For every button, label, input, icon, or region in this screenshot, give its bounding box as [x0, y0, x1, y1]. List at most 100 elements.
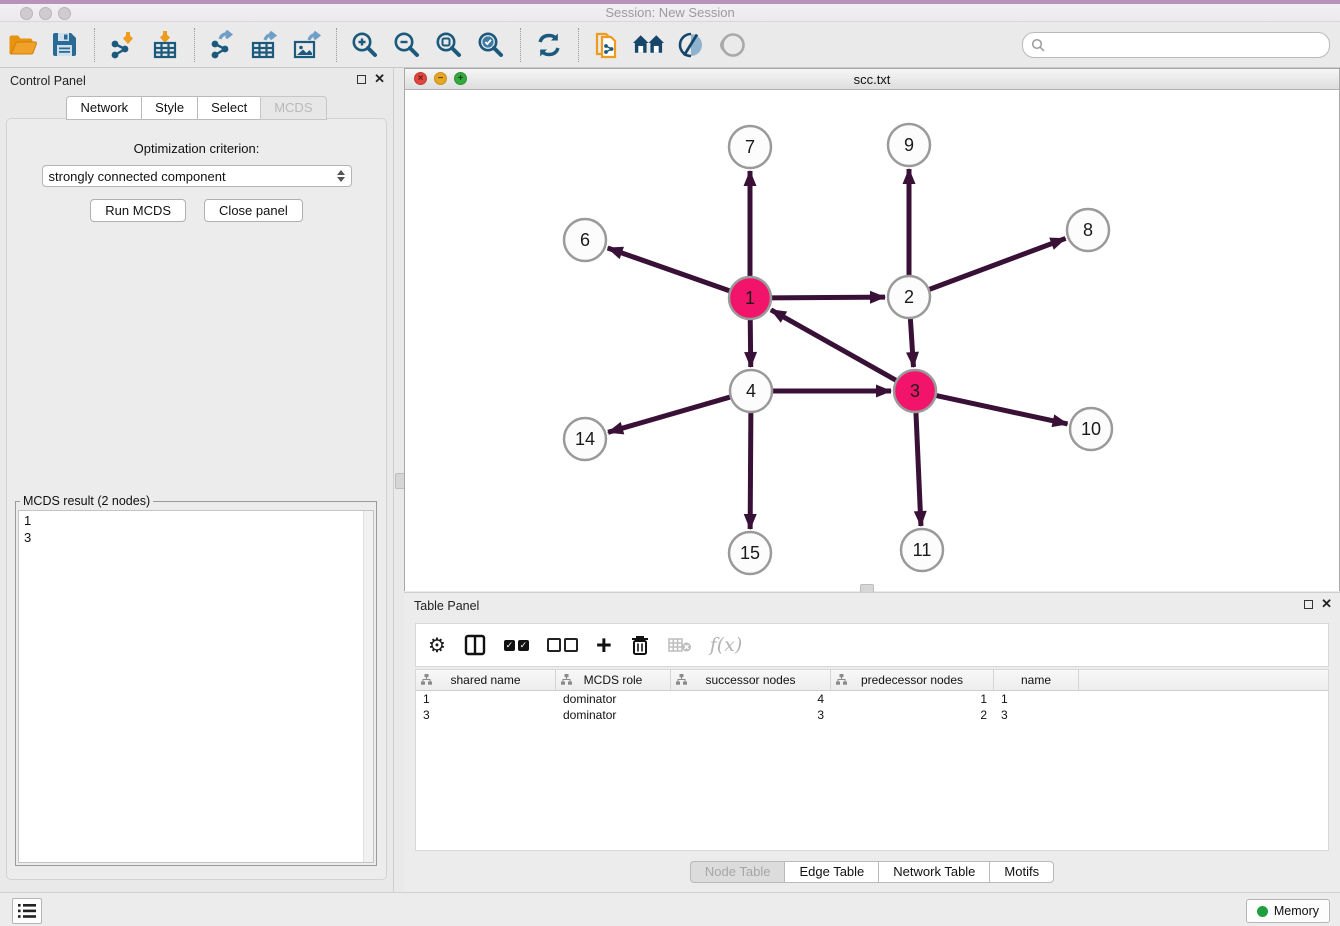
tab-network-table[interactable]: Network Table: [878, 861, 989, 883]
clone-network-icon[interactable]: [590, 27, 623, 63]
edge-2-to-8[interactable]: [928, 238, 1066, 290]
mcds-result-box[interactable]: 1 3: [18, 510, 374, 863]
run-mcds-button[interactable]: Run MCDS: [90, 199, 186, 222]
search-input[interactable]: [1050, 37, 1321, 53]
cell-predecessor-nodes[interactable]: 2: [831, 707, 994, 723]
node-label-14: 14: [575, 429, 595, 449]
home-neighbors-icon[interactable]: [632, 27, 665, 63]
optimization-criterion-select[interactable]: strongly connected component: [42, 165, 352, 187]
table-panel: Table Panel ✕ ⚙ ✓✓ + f(x) shared nameMCD…: [404, 592, 1340, 892]
export-table-icon[interactable]: [248, 27, 281, 63]
zoom-selected-icon[interactable]: [474, 27, 507, 63]
deselect-all-icon[interactable]: [547, 638, 578, 652]
cell-name[interactable]: 3: [994, 707, 1079, 723]
column-header-shared-name[interactable]: shared name: [416, 670, 556, 690]
delete-column-icon[interactable]: [630, 634, 650, 656]
network-graph: 7968124314101511: [405, 90, 1339, 591]
birds-eye-icon[interactable]: [716, 27, 749, 63]
toolbar-separator: [336, 28, 338, 62]
node-label-1: 1: [745, 288, 755, 308]
tab-mcds[interactable]: MCDS: [260, 96, 326, 120]
close-table-panel-icon[interactable]: ✕: [1321, 599, 1332, 609]
session-title: Session: New Session: [0, 5, 1340, 20]
network-window-titlebar[interactable]: ×−+ scc.txt: [405, 69, 1339, 90]
edge-1-to-4[interactable]: [750, 318, 751, 367]
node-label-6: 6: [580, 230, 590, 250]
close-panel-icon[interactable]: ✕: [374, 74, 385, 84]
node-label-2: 2: [904, 287, 914, 307]
cell-successor-nodes[interactable]: 4: [671, 691, 831, 707]
status-bar: Memory: [0, 892, 1340, 926]
delete-table-icon: [668, 637, 692, 653]
zoom-fit-icon[interactable]: [432, 27, 465, 63]
zoom-out-icon[interactable]: [390, 27, 423, 63]
mcds-result-fieldset: MCDS result (2 nodes) 1 3: [15, 494, 377, 866]
cell-successor-nodes[interactable]: 3: [671, 707, 831, 723]
tab-network[interactable]: Network: [66, 96, 141, 120]
save-session-icon[interactable]: [48, 27, 81, 63]
column-header-MCDS-role[interactable]: MCDS role: [556, 670, 671, 690]
edge-2-to-3[interactable]: [910, 317, 913, 367]
memory-status-icon: [1257, 906, 1268, 917]
zoom-in-icon[interactable]: [348, 27, 381, 63]
network-window-title: scc.txt: [405, 72, 1339, 87]
column-visibility-icon[interactable]: [464, 634, 486, 656]
close-panel-button[interactable]: Close panel: [204, 199, 303, 222]
cell-shared-name[interactable]: 1: [416, 691, 556, 707]
edge-1-to-2[interactable]: [770, 297, 885, 298]
node-label-7: 7: [745, 137, 755, 157]
open-session-icon[interactable]: [6, 27, 39, 63]
tab-edge-table[interactable]: Edge Table: [784, 861, 878, 883]
node-label-10: 10: [1081, 419, 1101, 439]
network-canvas[interactable]: 7968124314101511: [405, 90, 1339, 591]
edge-3-to-11[interactable]: [916, 411, 921, 526]
import-network-icon[interactable]: [106, 27, 139, 63]
cell-MCDS-role[interactable]: dominator: [556, 707, 671, 723]
node-table: shared name MCDS role successor nodes prede…: [415, 669, 1329, 851]
column-header-label: predecessor nodes: [861, 673, 963, 687]
search-icon: [1031, 38, 1045, 52]
float-table-panel-icon[interactable]: [1304, 600, 1313, 609]
control-panel-tabs: NetworkStyleSelectMCDS: [0, 96, 393, 120]
edge-3-to-1[interactable]: [771, 310, 898, 381]
table-toolbar: ⚙ ✓✓ + f(x): [415, 623, 1329, 667]
table-row-1[interactable]: 1dominator411: [416, 691, 1328, 707]
cell-name[interactable]: 1: [994, 691, 1079, 707]
memory-button[interactable]: Memory: [1246, 899, 1330, 923]
column-header-label: successor nodes: [705, 673, 795, 687]
edge-4-to-15[interactable]: [750, 411, 751, 529]
cell-shared-name[interactable]: 3: [416, 707, 556, 723]
result-scrollbar[interactable]: [363, 511, 373, 862]
add-column-icon[interactable]: +: [596, 635, 612, 655]
column-header-label: MCDS role: [584, 673, 643, 687]
tab-style[interactable]: Style: [141, 96, 197, 120]
tab-motifs[interactable]: Motifs: [989, 861, 1054, 883]
search-box[interactable]: [1022, 32, 1330, 58]
edge-3-to-10[interactable]: [935, 395, 1068, 424]
table-settings-icon[interactable]: ⚙: [428, 633, 446, 658]
toolbar-separator: [520, 28, 522, 62]
select-all-icon[interactable]: ✓✓: [504, 640, 529, 651]
edge-4-to-14[interactable]: [608, 397, 732, 433]
tab-node-table[interactable]: Node Table: [690, 861, 785, 883]
import-table-icon[interactable]: [148, 27, 181, 63]
column-header-name[interactable]: name: [994, 670, 1079, 690]
column-header-label: shared name: [450, 673, 520, 687]
app-titlebar: Session: New Session: [0, 0, 1340, 22]
hide-details-icon[interactable]: [674, 27, 707, 63]
refresh-layout-icon[interactable]: [532, 27, 565, 63]
cell-predecessor-nodes[interactable]: 1: [831, 691, 994, 707]
export-image-icon[interactable]: [290, 27, 323, 63]
task-history-button[interactable]: [12, 898, 42, 924]
dropdown-chevrons-icon: [337, 170, 345, 182]
export-network-icon[interactable]: [206, 27, 239, 63]
mcds-tab-panel: Optimization criterion: strongly connect…: [6, 118, 387, 880]
edge-1-to-6[interactable]: [608, 248, 731, 291]
cell-MCDS-role[interactable]: dominator: [556, 691, 671, 707]
column-header-successor-nodes[interactable]: successor nodes: [671, 670, 831, 690]
column-header-predecessor-nodes[interactable]: predecessor nodes: [831, 670, 994, 690]
tab-select[interactable]: Select: [197, 96, 260, 120]
tree-icon: [561, 674, 572, 685]
table-row-2[interactable]: 3dominator323: [416, 707, 1328, 723]
float-panel-icon[interactable]: [357, 75, 366, 84]
